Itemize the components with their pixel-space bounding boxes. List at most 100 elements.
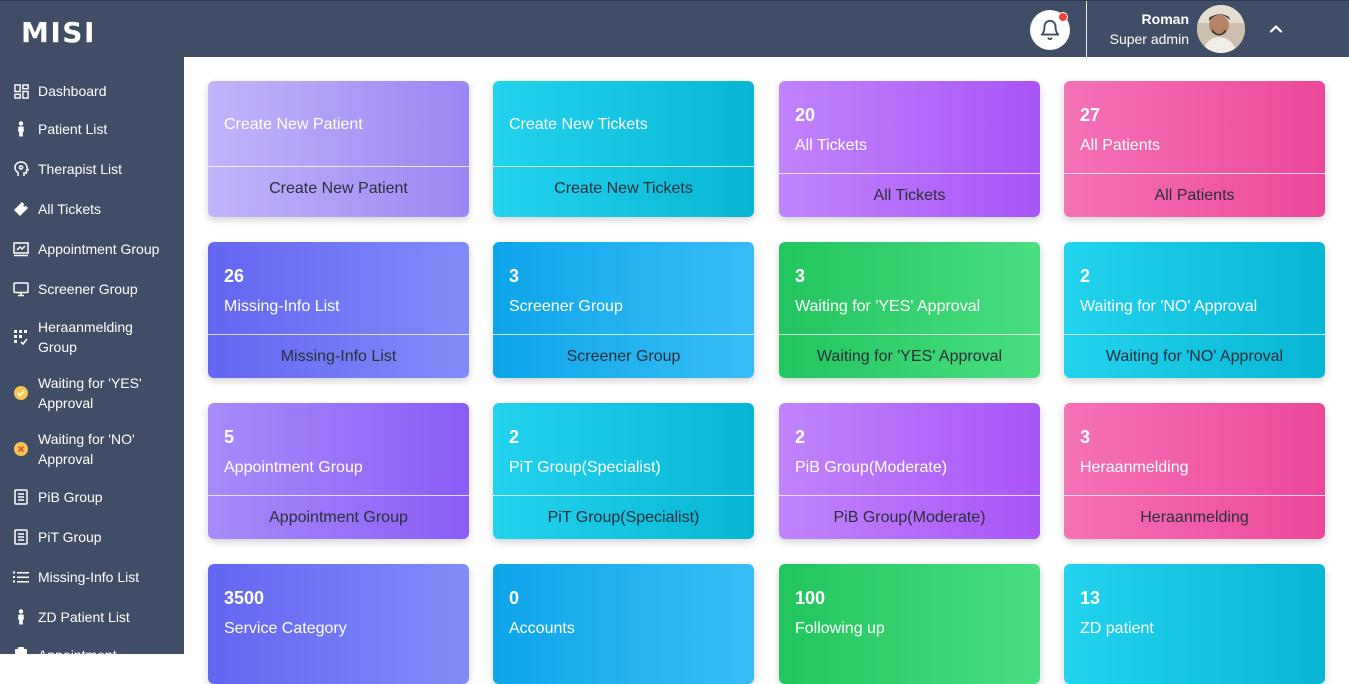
card-waiting-yes-approval[interactable]: 3 Waiting for 'YES' Approval Waiting for… — [779, 242, 1040, 378]
sidebar-item-label: Screener Group — [38, 281, 138, 297]
card-title: Waiting for 'YES' Approval — [795, 298, 981, 315]
card-appointment-group[interactable]: 5 Appointment Group Appointment Group — [208, 403, 469, 539]
card-all-patients[interactable]: 27 All Patients All Patients — [1064, 81, 1325, 217]
sidebar-item-label: Therapist List — [38, 161, 123, 177]
avatar[interactable] — [1197, 5, 1245, 53]
card-title: Accounts — [509, 620, 575, 637]
sidebar-item-appointment[interactable]: Appointment — [0, 645, 184, 665]
card-footer-link[interactable]: Appointment Group — [208, 495, 469, 539]
card-service-category[interactable]: 3500 Service Category — [208, 564, 469, 684]
card-footer-link[interactable]: Create New Tickets — [493, 166, 754, 217]
card-accounts[interactable]: 0 Accounts — [493, 564, 754, 684]
sidebar-item-label: Appointment — [38, 647, 117, 663]
card-screener-group[interactable]: 3 Screener Group Screener Group — [493, 242, 754, 378]
document-icon — [13, 529, 29, 545]
sidebar-item-patient-list[interactable]: Patient List — [0, 119, 184, 139]
clipboard-icon — [13, 647, 29, 663]
sidebar-item-heraanmelding-group[interactable]: Heraanmelding Group — [0, 317, 184, 357]
card-title: All Patients — [1080, 137, 1161, 154]
brand-logo[interactable]: MISI — [21, 16, 96, 50]
card-title: Appointment Group — [224, 459, 363, 476]
sidebar-item-label: ZD Patient List — [38, 609, 130, 625]
card-count: 13 — [1080, 588, 1101, 608]
sidebar: Dashboard Patient List Therapist List Al… — [0, 57, 184, 663]
sidebar-item-waiting-yes[interactable]: Waiting for 'YES' Approval — [0, 373, 184, 413]
check-circle-icon — [13, 385, 29, 401]
card-heraanmelding[interactable]: 3 Heraanmelding Heraanmelding — [1064, 403, 1325, 539]
sidebar-item-pib-group[interactable]: PiB Group — [0, 487, 184, 507]
card-title: Heraanmelding — [1080, 459, 1189, 476]
card-count: 20 — [795, 105, 816, 125]
card-footer-link[interactable]: Missing-Info List — [208, 334, 469, 378]
chevron-up-icon[interactable] — [1268, 21, 1284, 37]
card-title: Service Category — [224, 620, 347, 637]
sidebar-item-label: Heraanmelding Group — [38, 319, 133, 355]
card-footer-link[interactable]: All Tickets — [779, 173, 1040, 217]
card-title: Following up — [795, 620, 885, 637]
sidebar-item-appointment-group[interactable]: Appointment Group — [0, 239, 184, 259]
card-count: 3 — [1080, 427, 1091, 447]
top-navbar: MISI Roman Super admin — [0, 0, 1349, 58]
bell-icon — [1040, 20, 1060, 41]
card-create-new-tickets[interactable]: Create New Tickets Create New Tickets — [493, 81, 754, 217]
card-footer-link[interactable]: PiB Group(Moderate) — [779, 495, 1040, 539]
sidebar-item-label: Waiting for 'NO' Approval — [38, 431, 135, 467]
card-count: 2 — [509, 427, 520, 447]
card-title: Missing-Info List — [224, 298, 340, 315]
document-icon — [13, 489, 29, 505]
sidebar-item-pit-group[interactable]: PiT Group — [0, 527, 184, 547]
card-footer-link[interactable]: PiT Group(Specialist) — [493, 495, 754, 539]
sidebar-item-zd-patient-list[interactable]: ZD Patient List — [0, 607, 184, 627]
card-all-tickets[interactable]: 20 All Tickets All Tickets — [779, 81, 1040, 217]
card-count: 26 — [224, 266, 245, 286]
head-icon — [13, 161, 29, 177]
card-title: PiT Group(Specialist) — [509, 459, 661, 476]
card-title: Waiting for 'NO' Approval — [1080, 298, 1258, 315]
card-footer-link[interactable]: Waiting for 'YES' Approval — [779, 334, 1040, 378]
card-title: All Tickets — [795, 137, 868, 154]
card-title: Screener Group — [509, 298, 623, 315]
sidebar-item-label: Dashboard — [38, 83, 107, 99]
notification-button[interactable] — [1030, 10, 1070, 50]
card-missing-info-list[interactable]: 26 Missing-Info List Missing-Info List — [208, 242, 469, 378]
sidebar-item-label: Waiting for 'YES' Approval — [38, 375, 142, 411]
sidebar-item-all-tickets[interactable]: All Tickets — [0, 199, 184, 219]
sidebar-item-dashboard[interactable]: Dashboard — [0, 81, 184, 101]
card-count: 5 — [224, 427, 235, 447]
card-pit-group[interactable]: 2 PiT Group(Specialist) PiT Group(Specia… — [493, 403, 754, 539]
card-waiting-no-approval[interactable]: 2 Waiting for 'NO' Approval Waiting for … — [1064, 242, 1325, 378]
card-count: 100 — [795, 588, 826, 608]
card-title: Create New Tickets — [509, 116, 648, 133]
card-title: PiB Group(Moderate) — [795, 459, 948, 476]
card-pib-group[interactable]: 2 PiB Group(Moderate) PiB Group(Moderate… — [779, 403, 1040, 539]
sidebar-item-label: PiT Group — [38, 529, 102, 545]
user-role: Super admin — [1109, 31, 1189, 47]
card-title: ZD patient — [1080, 620, 1154, 637]
person-icon — [13, 121, 29, 137]
card-footer-link[interactable]: Create New Patient — [208, 166, 469, 217]
card-footer-link[interactable]: Waiting for 'NO' Approval — [1064, 334, 1325, 378]
card-footer-link[interactable]: All Patients — [1064, 173, 1325, 217]
card-title: Create New Patient — [224, 116, 363, 133]
avatar-image — [1197, 5, 1245, 53]
card-count: 27 — [1080, 105, 1101, 125]
ticket-icon — [13, 201, 29, 217]
list-icon — [13, 569, 29, 585]
sidebar-item-screener-group[interactable]: Screener Group — [0, 279, 184, 299]
sidebar-item-label: All Tickets — [38, 201, 102, 217]
sidebar-item-missing-info-list[interactable]: Missing-Info List — [0, 567, 184, 587]
card-following-up[interactable]: 100 Following up — [779, 564, 1040, 684]
sidebar-item-label: Appointment Group — [38, 241, 160, 257]
card-zd-patient[interactable]: 13 ZD patient — [1064, 564, 1325, 684]
sidebar-item-therapist-list[interactable]: Therapist List — [0, 159, 184, 179]
card-footer-link[interactable]: Screener Group — [493, 334, 754, 378]
card-footer-link[interactable]: Heraanmelding — [1064, 495, 1325, 539]
person-icon — [13, 609, 29, 625]
grid-check-icon — [13, 329, 29, 345]
sidebar-item-waiting-no[interactable]: Waiting for 'NO' Approval — [0, 429, 184, 469]
card-count: 0 — [509, 588, 520, 608]
sidebar-item-label: PiB Group — [38, 489, 103, 505]
card-count: 3 — [509, 266, 520, 286]
card-count: 3 — [795, 266, 806, 286]
card-create-new-patient[interactable]: Create New Patient Create New Patient — [208, 81, 469, 217]
